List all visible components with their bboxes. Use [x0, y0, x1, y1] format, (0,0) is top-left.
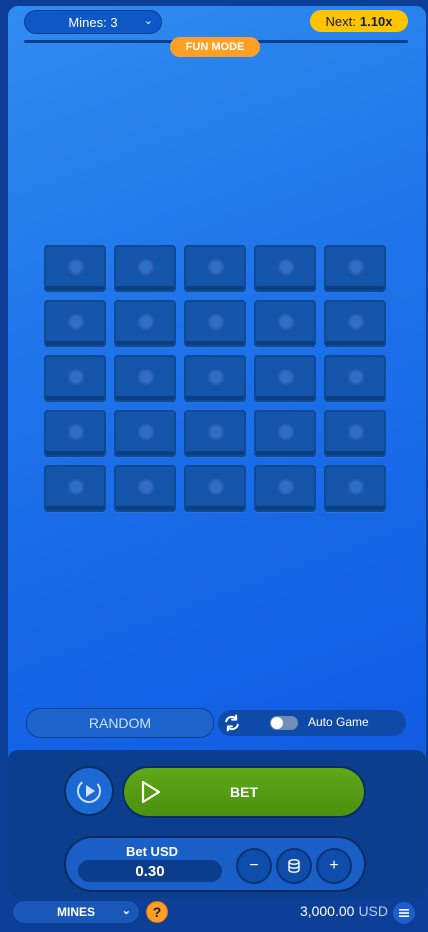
- mine-tile[interactable]: [114, 300, 176, 347]
- tile-dot-icon: [68, 314, 84, 330]
- coins-button[interactable]: [276, 848, 312, 884]
- mine-tile[interactable]: [324, 410, 386, 457]
- tile-dot-icon: [68, 424, 84, 440]
- replay-icon: [77, 779, 101, 803]
- tile-dot-icon: [138, 259, 154, 275]
- mine-tile[interactable]: [254, 245, 316, 292]
- tile-dot-icon: [68, 479, 84, 495]
- auto-game-label: Auto Game: [308, 715, 369, 729]
- next-label: Next:: [325, 13, 356, 29]
- mine-tile[interactable]: [114, 465, 176, 512]
- next-multiplier-badge: Next: 1.10x: [310, 10, 408, 32]
- bet-control-panel: BET Bet USD 0.30 − +: [8, 750, 426, 900]
- coins-icon: [288, 859, 300, 873]
- menu-icon: [399, 909, 409, 917]
- game-select-label: MINES: [56, 905, 95, 919]
- tile-dot-icon: [278, 369, 294, 385]
- mine-tile[interactable]: [184, 410, 246, 457]
- tile-dot-icon: [138, 479, 154, 495]
- tile-dot-icon: [138, 369, 154, 385]
- tile-dot-icon: [348, 424, 364, 440]
- play-icon: [141, 780, 161, 804]
- game-select[interactable]: MINES ⌄: [12, 900, 140, 924]
- tile-dot-icon: [278, 259, 294, 275]
- mine-tile[interactable]: [44, 300, 106, 347]
- mines-game-app: Mines: 3 ⌄ Next: 1.10x FUN MODE RANDOM A…: [0, 0, 428, 932]
- bet-button-label: BET: [230, 784, 258, 800]
- mines-count-select[interactable]: Mines: 3 ⌄: [24, 10, 162, 34]
- random-button[interactable]: RANDOM: [26, 708, 214, 738]
- mines-count-label: Mines: 3: [68, 14, 118, 30]
- mine-tile[interactable]: [184, 355, 246, 402]
- tile-dot-icon: [278, 314, 294, 330]
- mine-tile[interactable]: [44, 245, 106, 292]
- menu-button[interactable]: [392, 901, 416, 925]
- mines-grid: [44, 245, 388, 512]
- help-button[interactable]: ?: [146, 901, 168, 923]
- mine-tile[interactable]: [44, 355, 106, 402]
- tile-dot-icon: [348, 314, 364, 330]
- mine-tile[interactable]: [254, 465, 316, 512]
- mine-tile[interactable]: [44, 465, 106, 512]
- mine-tile[interactable]: [254, 410, 316, 457]
- tile-dot-icon: [348, 259, 364, 275]
- balance-display: 3,000.00 USD: [300, 903, 388, 919]
- game-area: Mines: 3 ⌄ Next: 1.10x FUN MODE RANDOM A…: [8, 6, 426, 900]
- mine-tile[interactable]: [184, 300, 246, 347]
- next-multiplier-value: 1.10x: [359, 13, 393, 29]
- tile-dot-icon: [68, 369, 84, 385]
- tile-dot-icon: [208, 314, 224, 330]
- tile-dot-icon: [278, 424, 294, 440]
- tile-dot-icon: [138, 314, 154, 330]
- bet-amount-label: Bet USD: [126, 844, 179, 859]
- mine-tile[interactable]: [324, 465, 386, 512]
- mine-tile[interactable]: [114, 355, 176, 402]
- chevron-down-icon: ⌄: [143, 15, 153, 27]
- mine-tile[interactable]: [324, 355, 386, 402]
- balance-currency: USD: [358, 903, 388, 919]
- tile-dot-icon: [348, 369, 364, 385]
- mine-tile[interactable]: [44, 410, 106, 457]
- tile-dot-icon: [68, 259, 84, 275]
- auto-game-toggle[interactable]: [270, 716, 298, 730]
- replay-button[interactable]: [66, 768, 112, 814]
- tile-dot-icon: [138, 424, 154, 440]
- fun-mode-badge: FUN MODE: [170, 37, 260, 57]
- mine-tile[interactable]: [184, 245, 246, 292]
- increase-bet-button[interactable]: +: [316, 848, 352, 884]
- bet-button[interactable]: BET: [124, 768, 364, 816]
- bet-amount-box: Bet USD 0.30 − +: [66, 838, 364, 890]
- tile-dot-icon: [208, 424, 224, 440]
- tile-dot-icon: [278, 479, 294, 495]
- tile-dot-icon: [208, 259, 224, 275]
- mine-tile[interactable]: [254, 355, 316, 402]
- mine-tile[interactable]: [254, 300, 316, 347]
- toggle-knob: [271, 717, 283, 729]
- balance-value: 3,000.00: [299, 903, 355, 919]
- footer-bar: MINES ⌄ ? 3,000.00 USD: [0, 898, 428, 932]
- refresh-icon[interactable]: [222, 713, 242, 733]
- tile-dot-icon: [348, 479, 364, 495]
- mine-tile[interactable]: [114, 410, 176, 457]
- chevron-down-icon: ⌄: [121, 905, 131, 917]
- mine-tile[interactable]: [114, 245, 176, 292]
- mine-tile[interactable]: [324, 245, 386, 292]
- decrease-bet-button[interactable]: −: [236, 848, 272, 884]
- bet-amount-input[interactable]: 0.30: [78, 860, 222, 882]
- tile-dot-icon: [208, 479, 224, 495]
- mine-tile[interactable]: [324, 300, 386, 347]
- tile-dot-icon: [208, 369, 224, 385]
- mine-tile[interactable]: [184, 465, 246, 512]
- auto-game-control: Auto Game: [218, 710, 406, 736]
